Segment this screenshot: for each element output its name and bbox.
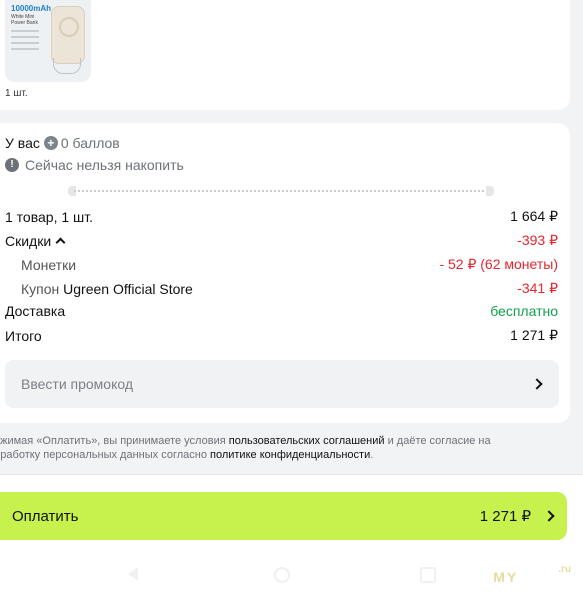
recent-apps-icon[interactable] bbox=[420, 567, 436, 583]
terms-part3: бработку персональных данных согласно bbox=[0, 449, 210, 461]
promo-label: Ввести промокод bbox=[21, 376, 134, 392]
terms-part2: и даёте согласие на bbox=[384, 435, 491, 447]
total-value: 1 271 ₽ bbox=[510, 327, 558, 343]
discounts-toggle[interactable]: Скидки bbox=[5, 232, 66, 249]
cable-picture bbox=[53, 58, 81, 74]
delivery-row: Доставка бесплатно bbox=[5, 303, 558, 319]
coupon-label: Купон bbox=[21, 280, 60, 297]
pay-amount: 1 271 ₽ bbox=[479, 508, 531, 525]
coins-label: Монетки bbox=[21, 256, 77, 273]
discounts-value: -393 ₽ bbox=[517, 232, 558, 248]
points-value: 0 баллов bbox=[60, 135, 120, 151]
checkout-footer: Оплатить 1 271 ₽ MY .ru bbox=[0, 474, 583, 600]
terms-text: ажимая «Оплатить», вы принимаете условия… bbox=[0, 434, 574, 462]
plus-icon: + bbox=[43, 136, 58, 150]
pay-label: Оплатить bbox=[12, 507, 79, 525]
delivery-label: Доставка bbox=[5, 303, 66, 319]
coins-value: - 52 ₽ (62 монеты) bbox=[439, 256, 558, 272]
total-label: Итого bbox=[5, 327, 42, 344]
total-row: Итого 1 271 ₽ bbox=[5, 327, 558, 344]
user-agreement-link[interactable]: пользовательских соглашений bbox=[229, 435, 385, 447]
chevron-right-icon bbox=[531, 378, 543, 390]
thumb-feature-lines bbox=[11, 30, 41, 54]
product-card: 10000mAh White Mini Power Bank 1 шт. bbox=[0, 0, 570, 110]
order-summary-card: У вас + 0 баллов ! Сейчас нельзя накопит… bbox=[0, 123, 570, 423]
home-nav-icon[interactable] bbox=[274, 567, 290, 583]
product-image[interactable]: 10000mAh White Mini Power Bank bbox=[5, 0, 91, 82]
thumb-subtitle: White Mini Power Bank bbox=[11, 14, 38, 26]
coupon-value: -341 ₽ bbox=[517, 280, 558, 296]
points-notice-text: Сейчас нельзя накопить bbox=[25, 157, 184, 173]
discounts-row[interactable]: Скидки -393 ₽ bbox=[5, 232, 558, 249]
points-balance: У вас + 0 баллов bbox=[5, 135, 120, 151]
items-row: 1 товар, 1 шт. 1 664 ₽ bbox=[5, 208, 558, 225]
coupon-store: Ugreen Official Store bbox=[63, 280, 193, 297]
points-prefix: У вас bbox=[5, 135, 40, 151]
items-price: 1 664 ₽ bbox=[510, 208, 558, 224]
promo-code-button[interactable]: Ввести промокод bbox=[5, 360, 559, 408]
info-icon: ! bbox=[5, 158, 19, 172]
points-notice: ! Сейчас нельзя накопить bbox=[5, 157, 184, 173]
power-bank-picture bbox=[51, 6, 85, 64]
terms-part1: ажимая «Оплатить», вы принимаете условия bbox=[0, 435, 229, 447]
chevron-right-icon bbox=[543, 510, 555, 522]
thumb-title: 10000mAh bbox=[11, 4, 52, 13]
items-label: 1 товар, 1 шт. bbox=[5, 208, 94, 225]
watermark: MY .ru bbox=[493, 564, 571, 585]
points-progress-bar bbox=[68, 186, 494, 196]
product-quantity: 1 шт. bbox=[5, 88, 28, 99]
privacy-policy-link[interactable]: политике конфиденциальности bbox=[210, 449, 370, 461]
chevron-up-icon bbox=[55, 237, 66, 247]
coupon-row: Купон Ugreen Official Store -341 ₽ bbox=[21, 280, 558, 297]
coins-row: Монетки - 52 ₽ (62 монеты) bbox=[21, 256, 558, 273]
terms-part4: . bbox=[370, 449, 374, 461]
pay-button[interactable]: Оплатить 1 271 ₽ bbox=[0, 492, 567, 540]
back-nav-icon[interactable] bbox=[128, 567, 138, 581]
discounts-label: Скидки bbox=[5, 232, 52, 249]
delivery-value: бесплатно bbox=[490, 303, 558, 319]
